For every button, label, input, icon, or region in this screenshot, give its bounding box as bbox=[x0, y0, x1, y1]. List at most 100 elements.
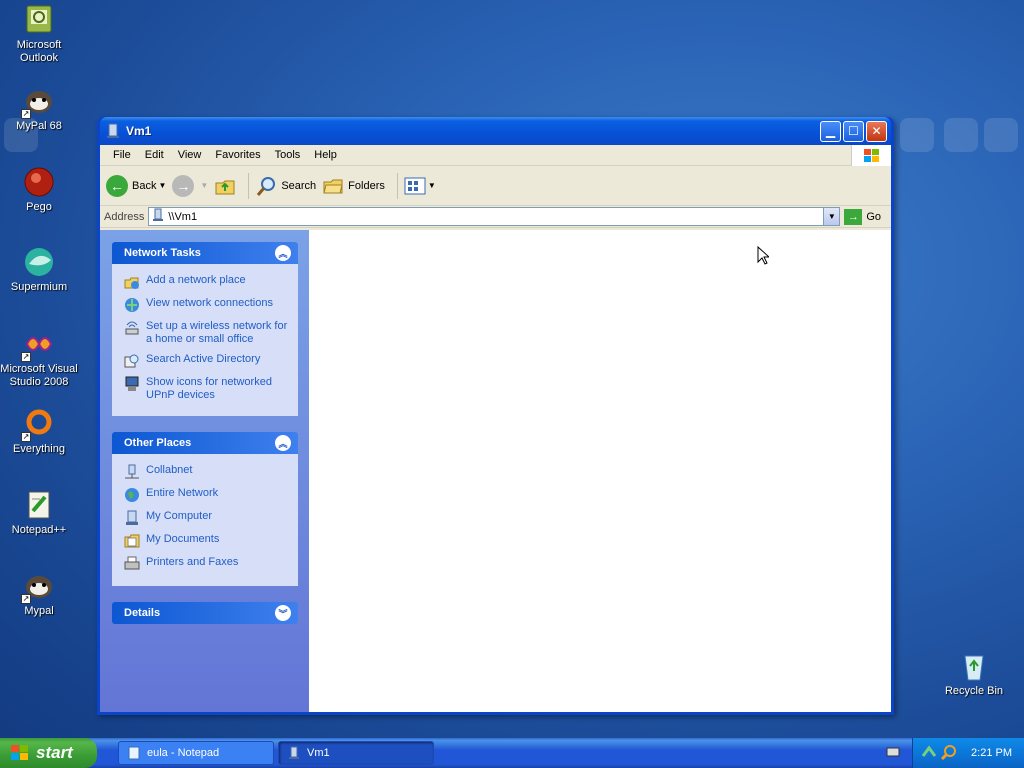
window-body: Network Tasks ︽ Add a network place View… bbox=[100, 230, 891, 712]
panel-title: Details bbox=[124, 607, 161, 619]
go-button[interactable]: → Go bbox=[844, 208, 881, 225]
menu-favorites[interactable]: Favorites bbox=[208, 149, 267, 161]
address-value: \\Vm1 bbox=[168, 210, 198, 223]
windows-logo-icon bbox=[851, 145, 891, 166]
link-label: View network connections bbox=[146, 297, 273, 309]
start-label: start bbox=[36, 743, 73, 762]
details-header[interactable]: Details ︾ bbox=[112, 602, 298, 624]
taskbar-button-notepad[interactable]: eula - Notepad bbox=[118, 741, 274, 765]
everything-icon: ↗ bbox=[21, 408, 55, 442]
link-entire-network[interactable]: Entire Network bbox=[124, 487, 290, 503]
mouse-cursor-icon bbox=[757, 245, 771, 265]
window-title: Vm1 bbox=[126, 124, 152, 138]
link-label: Show icons for networked UPnP devices bbox=[146, 376, 272, 401]
search-directory-icon bbox=[124, 353, 140, 369]
desktop-icon-mypal[interactable]: ↗ Mypal bbox=[0, 570, 78, 618]
desktop-icon-label: MyPal 68 bbox=[16, 120, 62, 132]
taskbar: start eula - Notepad Vm1 2:21 PM bbox=[0, 738, 1024, 768]
menu-file[interactable]: File bbox=[106, 149, 138, 161]
system-tray: 2:21 PM bbox=[912, 738, 1024, 768]
chevron-down-icon[interactable]: ▼ bbox=[200, 181, 208, 190]
desktop-icon-label: Notepad++ bbox=[11, 524, 67, 536]
link-my-documents[interactable]: My Documents bbox=[124, 533, 290, 549]
network-computer-icon bbox=[287, 746, 301, 760]
outlook-icon bbox=[23, 4, 55, 36]
close-button[interactable]: ✕ bbox=[866, 120, 887, 142]
search-tray-icon[interactable] bbox=[940, 744, 957, 763]
link-printers-faxes[interactable]: Printers and Faxes bbox=[124, 556, 290, 572]
network-tasks-panel: Network Tasks ︽ Add a network place View… bbox=[112, 242, 298, 416]
network-computer-icon bbox=[106, 123, 120, 139]
task-label: eula - Notepad bbox=[147, 747, 220, 759]
minimize-button[interactable]: ▁ bbox=[820, 120, 841, 142]
address-input[interactable]: \\Vm1 ▼ bbox=[148, 207, 841, 226]
maximize-button[interactable]: ☐ bbox=[843, 120, 864, 142]
taskbar-button-vm1[interactable]: Vm1 bbox=[278, 741, 434, 765]
other-places-header[interactable]: Other Places ︽ bbox=[112, 432, 298, 454]
desktop-icon-visual-studio[interactable]: ↗ Microsoft Visual Studio 2008 bbox=[0, 328, 78, 389]
desktop-icon-outlook[interactable]: Microsoft Outlook bbox=[0, 4, 78, 65]
menu-view[interactable]: View bbox=[171, 149, 209, 161]
desktop-icon-label: Everything bbox=[13, 443, 65, 455]
desktop-icon-label: Microsoft Visual Studio 2008 bbox=[0, 363, 78, 388]
desktop-icon-label: Microsoft Outlook bbox=[16, 39, 62, 64]
raccoon-icon: ↗ bbox=[21, 570, 55, 604]
link-add-network-place[interactable]: Add a network place bbox=[124, 274, 290, 290]
chevron-up-icon[interactable]: ︽ bbox=[275, 245, 291, 261]
windows-flag-icon bbox=[10, 744, 30, 762]
wireless-icon bbox=[124, 320, 140, 336]
desktop-icon-pego[interactable]: Pego bbox=[0, 166, 78, 214]
forward-button[interactable]: → ▼ bbox=[172, 174, 208, 197]
views-icon bbox=[404, 177, 426, 195]
menu-edit[interactable]: Edit bbox=[138, 149, 171, 161]
network-share-icon bbox=[124, 464, 140, 480]
link-label: Set up a wireless network for a home or … bbox=[146, 320, 288, 345]
network-computer-icon bbox=[152, 208, 164, 225]
back-button[interactable]: ← Back ▼ bbox=[106, 174, 166, 197]
network-tasks-header[interactable]: Network Tasks ︽ bbox=[112, 242, 298, 264]
link-label: My Computer bbox=[146, 510, 213, 522]
chevron-up-icon[interactable]: ︽ bbox=[275, 435, 291, 451]
chevron-down-icon[interactable]: ︾ bbox=[275, 605, 291, 621]
link-search-active-directory[interactable]: Search Active Directory bbox=[124, 353, 290, 369]
keyboard-icon[interactable] bbox=[886, 746, 900, 758]
printer-icon bbox=[124, 556, 140, 572]
title-bar[interactable]: Vm1 ▁ ☐ ✕ bbox=[100, 117, 891, 145]
link-label: Collabnet bbox=[146, 464, 193, 476]
add-network-place-icon bbox=[124, 274, 140, 290]
link-my-computer[interactable]: My Computer bbox=[124, 510, 290, 526]
search-label: Search bbox=[281, 179, 317, 192]
panel-title: Other Places bbox=[124, 437, 192, 449]
menu-tools[interactable]: Tools bbox=[268, 149, 308, 161]
desktop-icon-everything[interactable]: ↗ Everything bbox=[0, 408, 78, 456]
link-setup-wireless[interactable]: Set up a wireless network for a home or … bbox=[124, 320, 290, 346]
start-button[interactable]: start bbox=[0, 738, 97, 768]
file-list-area[interactable] bbox=[309, 230, 891, 712]
folders-button[interactable]: Folders bbox=[322, 175, 385, 197]
up-folder-button[interactable] bbox=[214, 175, 236, 197]
search-button[interactable]: Search bbox=[255, 175, 316, 197]
up-folder-icon bbox=[214, 175, 236, 197]
menu-help[interactable]: Help bbox=[307, 149, 344, 161]
task-pane: Network Tasks ︽ Add a network place View… bbox=[100, 230, 309, 712]
link-show-upnp[interactable]: Show icons for networked UPnP devices bbox=[124, 376, 290, 402]
desktop-tile bbox=[900, 118, 934, 152]
link-view-network-connections[interactable]: View network connections bbox=[124, 297, 290, 313]
link-label: Search Active Directory bbox=[146, 353, 261, 365]
panel-body: Collabnet Entire Network My Computer My … bbox=[112, 454, 298, 586]
desktop-icon-recycle-bin[interactable]: Recycle Bin bbox=[935, 650, 1013, 698]
address-dropdown-button[interactable]: ▼ bbox=[823, 208, 840, 225]
network-status-icon[interactable] bbox=[921, 744, 937, 763]
desktop-icon-supermium[interactable]: Supermium bbox=[0, 246, 78, 294]
chevron-down-icon[interactable]: ▼ bbox=[158, 181, 166, 190]
views-button[interactable]: ▼ bbox=[404, 177, 436, 195]
other-places-panel: Other Places ︽ Collabnet Entire Network bbox=[112, 432, 298, 586]
visual-studio-icon: ↗ bbox=[21, 328, 55, 362]
clock[interactable]: 2:21 PM bbox=[971, 747, 1012, 759]
desktop-icon-mypal-68[interactable]: ↗ MyPal 68 bbox=[0, 85, 78, 133]
desktop-icon-label: Mypal bbox=[24, 605, 54, 617]
toolbar-separator bbox=[396, 172, 398, 199]
desktop-icon-notepadpp[interactable]: Notepad++ bbox=[0, 489, 78, 537]
link-collabnet[interactable]: Collabnet bbox=[124, 464, 290, 480]
chevron-down-icon: ▼ bbox=[427, 181, 436, 190]
